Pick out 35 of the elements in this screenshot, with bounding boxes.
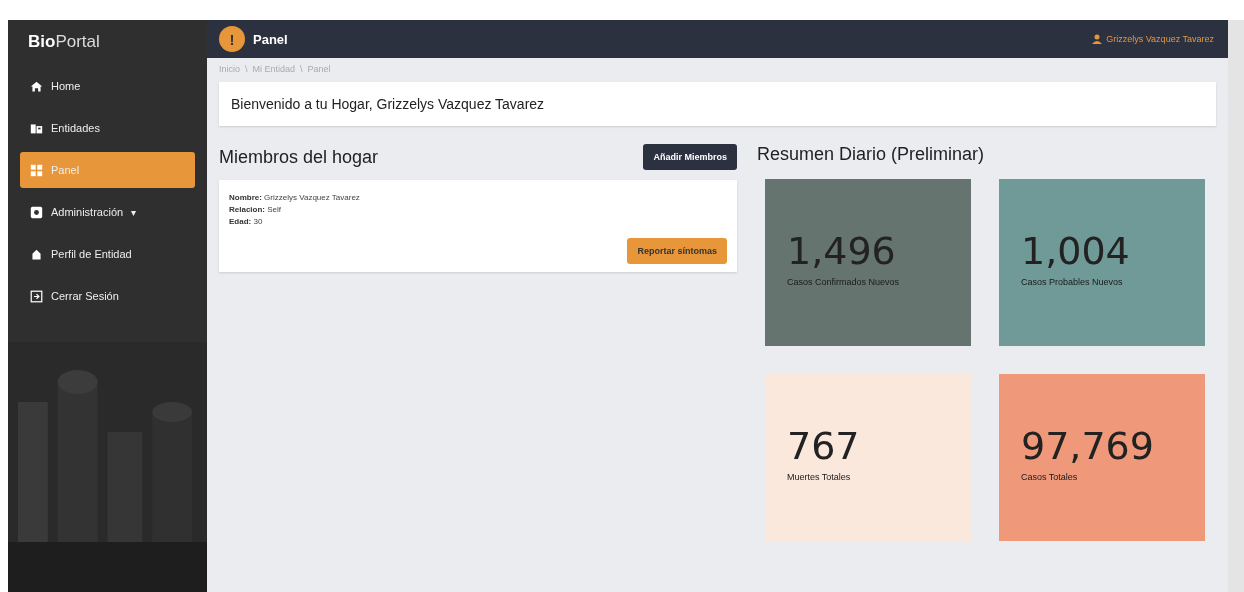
exit-icon [30,289,43,303]
nav-item[interactable]: Administración ▾ [20,194,195,230]
building-icon [30,121,43,135]
logo: BioPortal [27,31,101,53]
nav-item[interactable]: Entidades [20,110,195,146]
grid-icon [30,163,43,177]
stat-label: Muertes Totales [787,472,852,482]
nav-item[interactable]: Perfil de Entidad [20,236,195,272]
section-title: Miembros del hogar [219,146,379,168]
nav-item[interactable]: Cerrar Sesión [20,278,195,314]
home-icon [30,79,43,93]
breadcrumb-separator: \ [300,64,303,74]
user-link[interactable]: Grizzelys Vazquez Tavarez [1092,34,1214,44]
member-field: Relacion: Self [229,204,727,216]
nav-item[interactable]: Home [20,68,195,104]
user-icon [1092,34,1103,44]
report-symptoms-button[interactable]: Reportar síntomas [627,238,727,264]
stat-label: Casos Probables Nuevos [1021,277,1124,287]
stat-value: 97,769 [1021,424,1155,468]
welcome-text: Bienvenido a tu Hogar, Grizzelys Vazquez Tavarez [231,96,545,112]
member-field: Nombre: Grizzelys Vazquez Tavarez [229,192,727,204]
stat-value: 1,004 [1021,229,1131,273]
stat-label: Casos Totales [1021,472,1079,482]
page-title: Panel [253,31,288,47]
stat-value: 1,496 [787,229,897,273]
section-title: Resumen Diario (Preliminar) [757,144,986,165]
alert-badge: ! [219,26,245,52]
member-field: Edad: 30 [229,216,727,228]
breadcrumb-separator: \ [245,64,248,74]
add-members-button[interactable]: Añadir Miembros [643,144,737,170]
gear-icon [30,205,43,219]
scrollbar[interactable] [1228,20,1244,592]
stat-value: 767 [787,424,861,468]
stat-label: Casos Confirmados Nuevos [787,277,901,287]
house-icon [30,247,43,261]
